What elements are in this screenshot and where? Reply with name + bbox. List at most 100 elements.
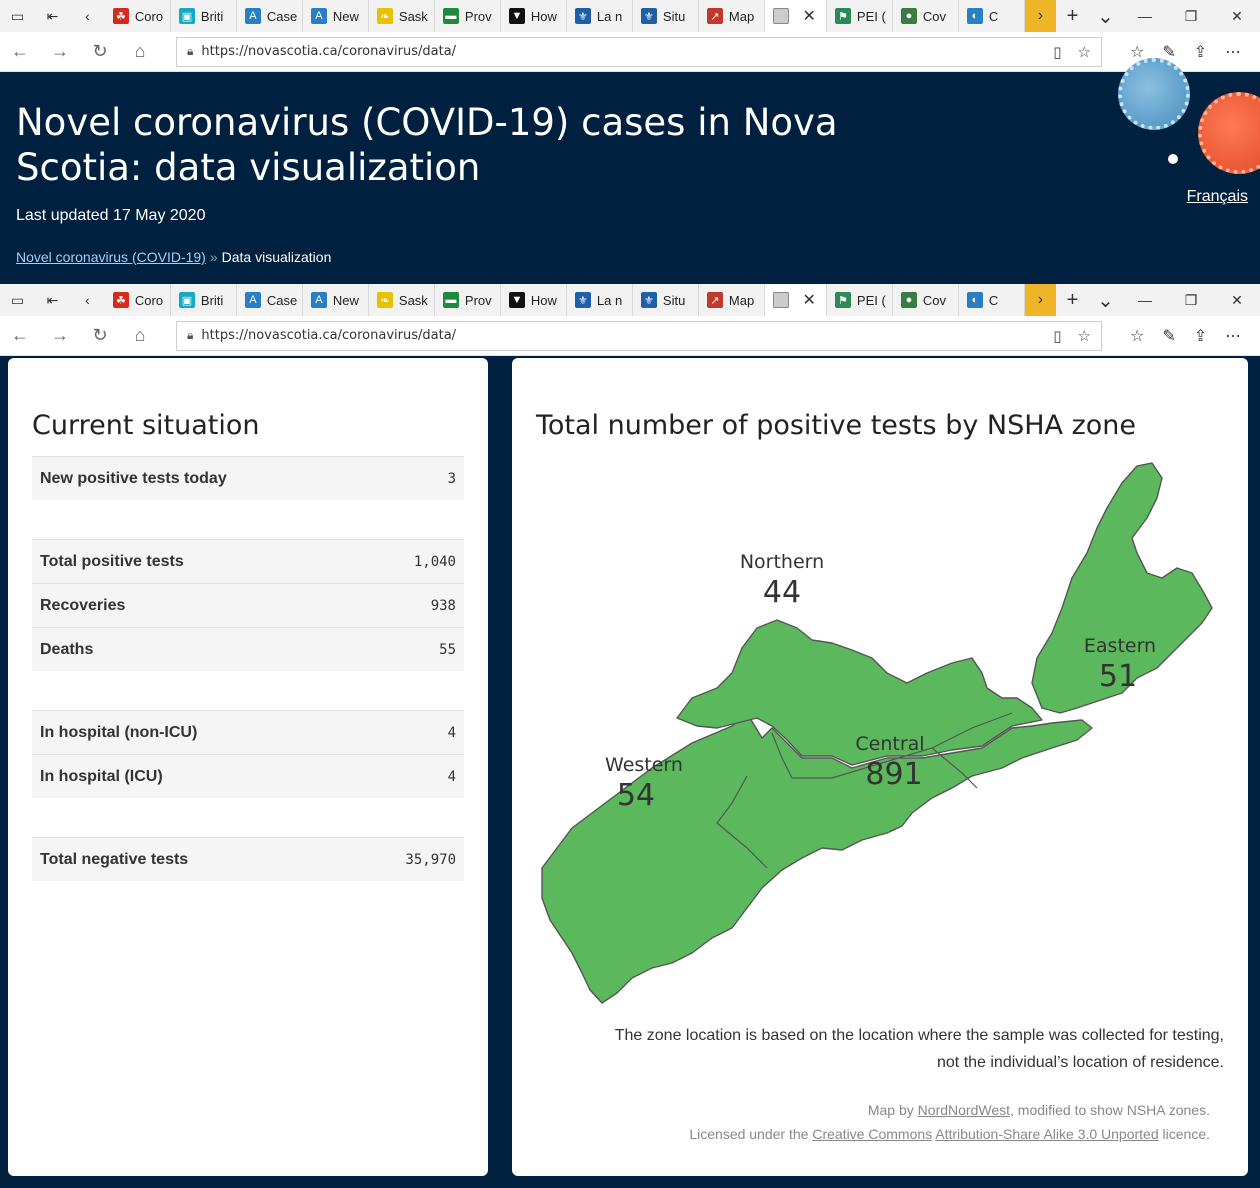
maximize-button[interactable]: ❐ xyxy=(1168,284,1214,316)
map-note-line-1: The zone location is based on the locati… xyxy=(614,1027,1224,1044)
tab-label: Map xyxy=(728,292,755,308)
browser-tab[interactable]: ◐ C xyxy=(959,284,1025,316)
minimize-button[interactable]: — xyxy=(1122,284,1168,316)
language-link[interactable]: Français xyxy=(1187,188,1248,206)
credit-author-link[interactable]: NordNordWest xyxy=(918,1102,1010,1118)
stat-value: 35,970 xyxy=(405,851,456,868)
browser-tab[interactable]: A New xyxy=(303,0,369,32)
favorite-star-icon[interactable]: ☆ xyxy=(1078,43,1091,61)
favorites-icon[interactable]: ☆ xyxy=(1130,326,1144,346)
active-tab[interactable]: ✕ xyxy=(764,284,827,316)
tab-actions-icon[interactable]: ▭ xyxy=(0,0,35,32)
back-button[interactable]: ← xyxy=(0,316,40,356)
close-window-button[interactable]: ✕ xyxy=(1214,0,1260,32)
tab-label: Situ xyxy=(662,8,686,24)
map-note: The zone location is based on the locati… xyxy=(544,1022,1224,1076)
new-tab-button[interactable]: + xyxy=(1056,284,1089,316)
address-bar-2: ← → ↻ ⌂ 🔒︎ https://novascotia.ca/coronav… xyxy=(0,316,1260,356)
forward-button[interactable]: → xyxy=(40,32,80,72)
tab-list-button[interactable]: ⌄ xyxy=(1089,0,1122,32)
browser-tab[interactable]: ▬ Prov xyxy=(435,0,501,32)
browser-tab[interactable]: A Case xyxy=(237,0,303,32)
close-window-button[interactable]: ✕ xyxy=(1214,284,1260,316)
more-icon[interactable]: ⋯ xyxy=(1225,42,1241,62)
tab-list-button[interactable]: ⌄ xyxy=(1089,284,1122,316)
browser-tab[interactable]: ▬ Prov xyxy=(435,284,501,316)
favorite-star-icon[interactable]: ☆ xyxy=(1078,327,1091,345)
minimize-button[interactable]: — xyxy=(1122,0,1168,32)
tab-favicon-icon: ▬ xyxy=(442,8,459,24)
browser-tab[interactable]: ⚑ PEI ( xyxy=(827,284,893,316)
reading-view-icon[interactable]: ▯ xyxy=(1053,43,1061,61)
tab-label: Map xyxy=(728,8,755,24)
url-field[interactable]: 🔒︎ https://novascotia.ca/coronavirus/dat… xyxy=(176,36,1102,67)
set-aside-tabs-icon[interactable]: ⇤ xyxy=(35,0,70,32)
license-name-link[interactable]: Attribution-Share Alike 3.0 Unported xyxy=(935,1126,1158,1142)
lock-icon: 🔒︎ xyxy=(187,44,194,58)
browser-tab[interactable]: ▼ How xyxy=(501,284,567,316)
share-icon[interactable]: ⇪ xyxy=(1194,326,1207,346)
tab-scroll-right-button[interactable]: › xyxy=(1024,284,1056,316)
browser-tab[interactable]: ⚑ PEI ( xyxy=(827,0,893,32)
tab-label: Cov xyxy=(922,292,947,308)
tab-scroll-left-icon[interactable]: ‹ xyxy=(70,0,105,32)
browser-tab[interactable]: ↗ Map xyxy=(699,284,765,316)
browser-tab[interactable]: ▼ How xyxy=(501,0,567,32)
set-aside-tabs-icon[interactable]: ⇤ xyxy=(35,284,70,316)
browser-tab[interactable]: ⚜ La n xyxy=(567,0,633,32)
share-icon[interactable]: ⇪ xyxy=(1194,42,1207,62)
back-button[interactable]: ← xyxy=(0,32,40,72)
stat-value: 1,040 xyxy=(413,553,456,570)
browser-tab[interactable]: ☘ Coro xyxy=(105,0,171,32)
pen-icon[interactable]: ✎ xyxy=(1162,42,1175,62)
breadcrumb-link[interactable]: Novel coronavirus (COVID-19) xyxy=(16,249,206,265)
stat-label: Deaths xyxy=(40,640,94,658)
browser-tab[interactable]: ● Cov xyxy=(893,0,959,32)
browser-tab[interactable]: ▣ Briti xyxy=(171,284,237,316)
maximize-button[interactable]: ❐ xyxy=(1168,0,1214,32)
reading-view-icon[interactable]: ▯ xyxy=(1053,327,1061,345)
url-field[interactable]: 🔒︎ https://novascotia.ca/coronavirus/dat… xyxy=(176,320,1102,351)
close-tab-icon[interactable]: ✕ xyxy=(803,290,816,310)
tab-favicon-icon: ● xyxy=(900,292,917,308)
more-icon[interactable]: ⋯ xyxy=(1225,326,1241,346)
creative-commons-link[interactable]: Creative Commons xyxy=(812,1126,932,1142)
browser-tab[interactable]: ● Cov xyxy=(893,284,959,316)
lock-icon: 🔒︎ xyxy=(187,328,194,342)
current-situation-card: Current situation New positive tests tod… xyxy=(8,358,488,1176)
license-prefix: Licensed under the xyxy=(689,1126,809,1142)
refresh-button[interactable]: ↻ xyxy=(80,316,120,356)
tab-label: PEI ( xyxy=(856,292,886,308)
home-button[interactable]: ⌂ xyxy=(120,32,160,72)
browser-tab[interactable]: ❧ Sask xyxy=(369,284,435,316)
browser-tab[interactable]: ⚜ Situ xyxy=(633,284,699,316)
browser-tab[interactable]: ⚜ La n xyxy=(567,284,633,316)
close-tab-icon[interactable]: ✕ xyxy=(803,6,816,26)
tab-scroll-right-button[interactable]: › xyxy=(1024,0,1056,32)
browser-tab[interactable]: ⚜ Situ xyxy=(633,0,699,32)
browser-tab[interactable]: ❧ Sask xyxy=(369,0,435,32)
browser-tab[interactable]: A New xyxy=(303,284,369,316)
browser-tab[interactable]: ↗ Map xyxy=(699,0,765,32)
refresh-button[interactable]: ↻ xyxy=(80,32,120,72)
new-tab-button[interactable]: + xyxy=(1056,0,1089,32)
pen-icon[interactable]: ✎ xyxy=(1162,326,1175,346)
active-tab[interactable]: ✕ xyxy=(764,0,827,32)
stat-value: 55 xyxy=(439,641,456,658)
browser-tab[interactable]: ☘ Coro xyxy=(105,284,171,316)
stats-group-totals: Total positive tests 1,040 Recoveries 93… xyxy=(32,539,464,671)
favorites-icon[interactable]: ☆ xyxy=(1130,42,1144,62)
browser-tab[interactable]: ▣ Briti xyxy=(171,0,237,32)
tab-favicon-icon: A xyxy=(310,8,327,24)
forward-button[interactable]: → xyxy=(40,316,80,356)
stat-label: Recoveries xyxy=(40,596,126,614)
tab-favicon-icon: ☘ xyxy=(112,8,129,24)
zone-name-western: Western xyxy=(605,754,683,776)
situation-title: Current situation xyxy=(32,410,260,441)
browser-tab[interactable]: ◐ C xyxy=(959,0,1025,32)
tab-actions-icon[interactable]: ▭ xyxy=(0,284,35,316)
tab-label: How xyxy=(530,292,557,308)
tab-scroll-left-icon[interactable]: ‹ xyxy=(70,284,105,316)
browser-tab[interactable]: A Case xyxy=(237,284,303,316)
home-button[interactable]: ⌂ xyxy=(120,316,160,356)
